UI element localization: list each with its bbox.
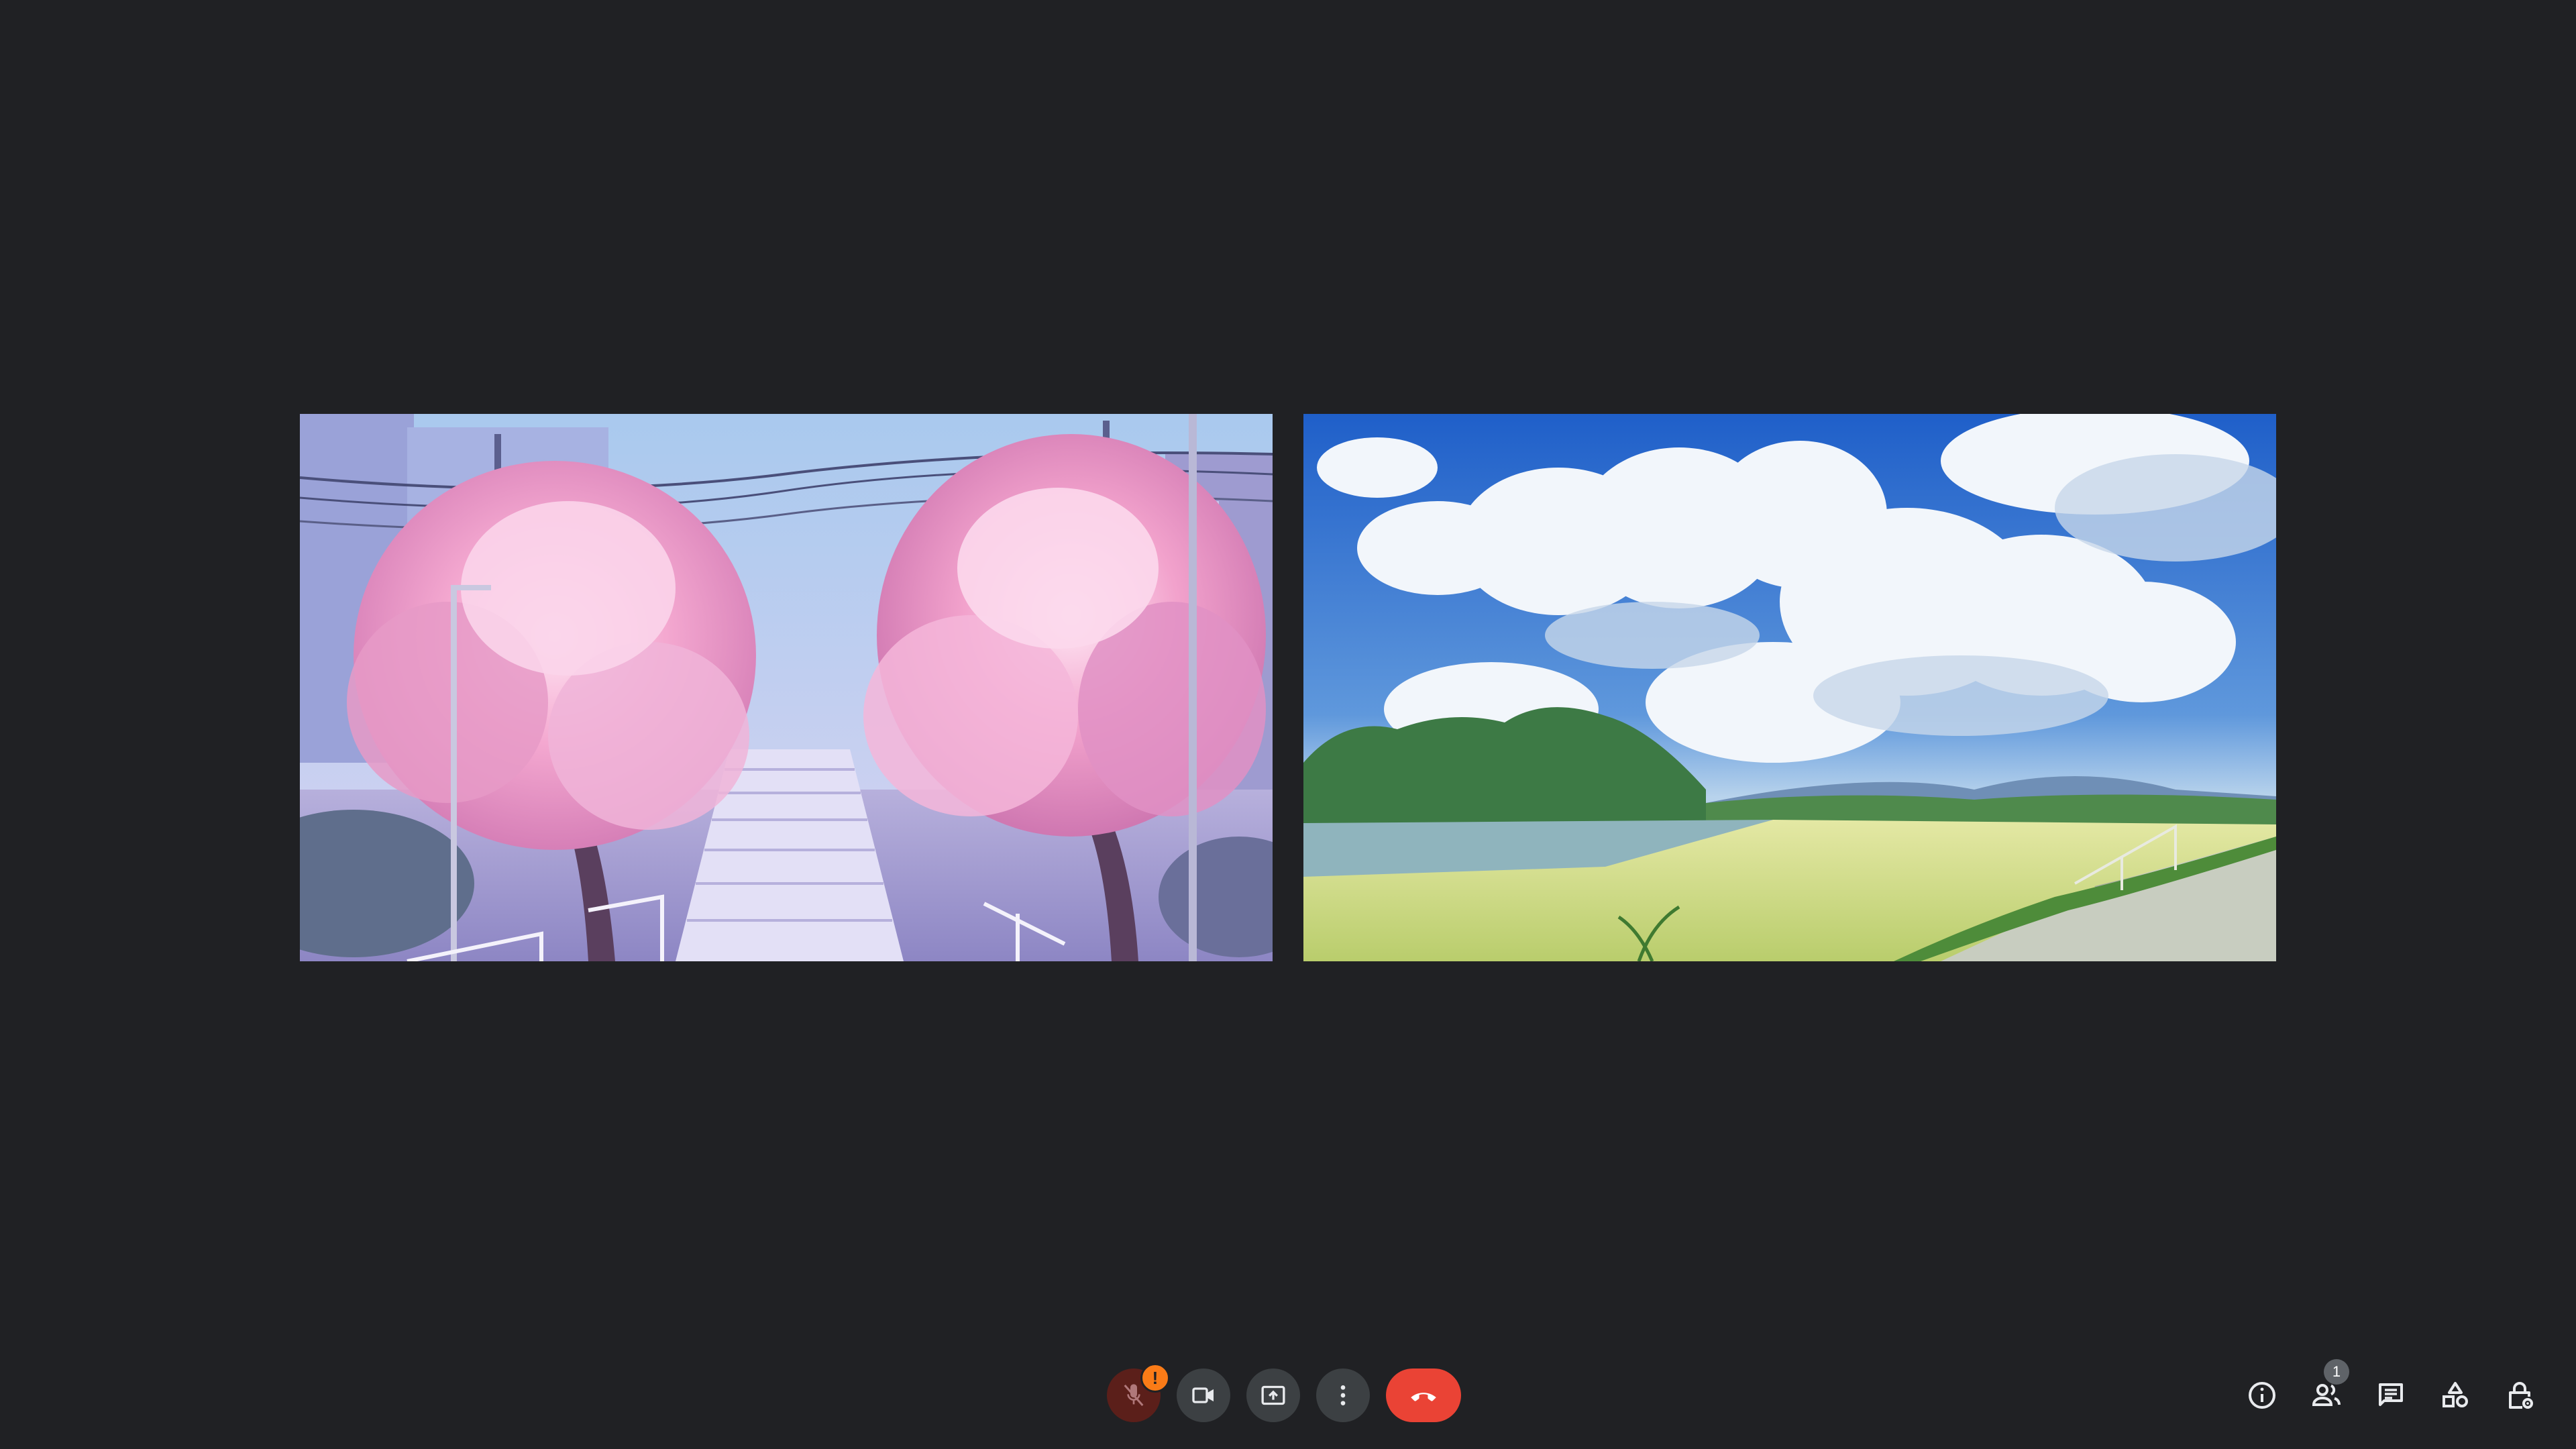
chat-button[interactable] (2364, 1368, 2418, 1422)
participant-count-badge: 1 (2324, 1359, 2349, 1385)
participant-video-tile[interactable] (300, 414, 1273, 961)
videocam-icon (1192, 1387, 1214, 1403)
info-icon (2249, 1382, 2275, 1409)
meeting-window: ! 1 (0, 0, 2576, 1449)
camera-button[interactable] (1177, 1368, 1230, 1422)
summer-clouds-scene-image (1303, 414, 2276, 961)
present-screen-icon (1261, 1385, 1285, 1405)
call-end-icon (1411, 1393, 1436, 1401)
people-button[interactable]: 1 (2300, 1359, 2353, 1422)
mic-alert-badge: ! (1140, 1363, 1170, 1393)
host-controls-button[interactable] (2493, 1368, 2546, 1422)
cherry-blossom-scene-image (300, 414, 1273, 961)
activities-icon (2443, 1382, 2468, 1407)
more-vert-icon (1340, 1385, 1346, 1405)
more-options-button[interactable] (1316, 1368, 1370, 1422)
present-now-button[interactable] (1246, 1368, 1300, 1422)
chat-icon (2379, 1383, 2403, 1406)
meeting-details-button[interactable] (2235, 1368, 2289, 1422)
activities-button[interactable] (2428, 1368, 2482, 1422)
host-controls-icon (2509, 1382, 2533, 1409)
microphone-button[interactable]: ! (1107, 1363, 1170, 1422)
participant-video-tile[interactable] (1303, 414, 2276, 961)
leave-call-button[interactable] (1386, 1368, 1461, 1422)
